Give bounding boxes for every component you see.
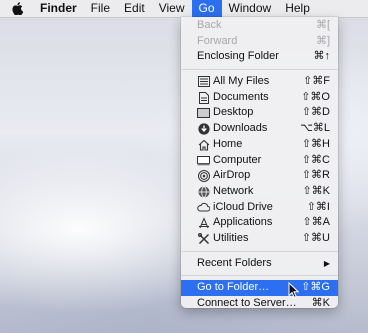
menubar-file[interactable]: File: [84, 0, 117, 17]
icloud-icon: [197, 201, 210, 213]
menubar-finder[interactable]: Finder: [33, 0, 84, 17]
shortcut: ⇧⌘F: [303, 75, 330, 88]
menu-item-enclosing-folder[interactable]: Enclosing Folder ⌘↑: [181, 49, 338, 65]
menu-item-computer[interactable]: Computer ⇧⌘C: [181, 153, 338, 169]
menu-item-documents[interactable]: Documents ⇧⌘O: [181, 90, 338, 106]
menu-item-downloads[interactable]: Downloads ⌥⌘L: [181, 121, 338, 137]
shortcut: ⇧⌘U: [301, 231, 330, 244]
menubar-view[interactable]: View: [152, 0, 192, 17]
menu-item-home[interactable]: Home ⇧⌘H: [181, 137, 338, 153]
go-menu: Back ⌘[ Forward ⌘] Enclosing Folder ⌘↑ A…: [181, 17, 338, 309]
applications-icon: [197, 217, 210, 229]
all-files-icon: [197, 76, 210, 88]
menu-item-forward[interactable]: Forward ⌘]: [181, 34, 338, 50]
menu-item-icloud-drive[interactable]: iCloud Drive ⇧⌘I: [181, 200, 338, 216]
shortcut: ⇧⌘R: [301, 169, 330, 182]
menu-item-label: Desktop: [213, 106, 254, 119]
menu-item-connect-to-server[interactable]: Connect to Server… ⌘K: [181, 296, 338, 312]
shortcut: ⌘↑: [313, 50, 331, 63]
apple-menu[interactable]: [0, 0, 33, 17]
menu-item-label: Recent Folders: [197, 256, 272, 269]
computer-icon: [197, 154, 210, 166]
network-icon: [197, 186, 210, 198]
downloads-icon: [197, 123, 210, 135]
shortcut: ⇧⌘K: [302, 184, 330, 197]
menu-item-label: Back: [197, 19, 222, 31]
shortcut: ⌥⌘L: [300, 122, 330, 135]
menu-item-label: Computer: [213, 153, 262, 166]
menu-item-recent-folders[interactable]: Recent Folders ▶: [181, 256, 338, 272]
menu-item-label: All My Files: [213, 75, 270, 88]
menu-item-all-my-files[interactable]: All My Files ⇧⌘F: [181, 74, 338, 90]
menubar-window[interactable]: Window: [222, 0, 279, 17]
menu-item-airdrop[interactable]: AirDrop ⇧⌘R: [181, 168, 338, 184]
shortcut: ⇧⌘G: [301, 281, 330, 294]
menu-item-label: Enclosing Folder: [197, 50, 279, 63]
airdrop-icon: [197, 170, 210, 183]
home-icon: [197, 139, 210, 151]
menu-item-label: Network: [213, 184, 254, 197]
menu-item-label: Documents: [213, 90, 269, 103]
menu-separator: [181, 69, 338, 71]
menu-item-label: AirDrop: [213, 169, 251, 182]
menu-item-label: Go to Folder…: [197, 281, 270, 294]
desktop-icon: [197, 107, 210, 119]
menu-item-back[interactable]: Back ⌘[: [181, 18, 338, 34]
menu-item-label: Downloads: [213, 122, 268, 135]
menu-item-utilities[interactable]: Utilities ⇧⌘U: [181, 231, 338, 247]
menu-item-label: Connect to Server…: [197, 297, 297, 309]
menu-item-network[interactable]: Network ⇧⌘K: [181, 184, 338, 200]
menu-item-go-to-folder[interactable]: Go to Folder… ⇧⌘G: [181, 280, 338, 296]
shortcut: ⌘[: [315, 19, 330, 31]
shortcut: ⇧⌘O: [301, 90, 330, 103]
menu-separator: [181, 250, 338, 252]
mouse-pointer-icon: [288, 282, 299, 298]
utilities-icon: [197, 232, 210, 245]
shortcut: ⇧⌘C: [301, 153, 330, 166]
shortcut: ⇧⌘I: [306, 200, 330, 213]
menu-item-label: Utilities: [213, 231, 249, 244]
menu-item-desktop[interactable]: Desktop ⇧⌘D: [181, 105, 338, 121]
submenu-arrow-icon: ▶: [323, 258, 330, 268]
menu-bar: Finder File Edit View Go Window Help: [0, 0, 368, 18]
documents-icon: [197, 91, 210, 104]
menu-item-label: iCloud Drive: [213, 200, 273, 213]
shortcut: ⌘]: [315, 34, 330, 47]
shortcut: ⇧⌘A: [302, 216, 330, 229]
shortcut: ⇧⌘D: [301, 106, 330, 119]
menu-separator: [181, 275, 338, 277]
shortcut: ⌘K: [311, 297, 330, 309]
menu-item-applications[interactable]: Applications ⇧⌘A: [181, 215, 338, 231]
menubar-edit[interactable]: Edit: [117, 0, 152, 17]
menu-item-label: Home: [213, 137, 243, 150]
menubar-help[interactable]: Help: [278, 0, 317, 17]
shortcut: ⇧⌘H: [301, 137, 330, 150]
apple-icon: [12, 2, 23, 15]
menu-item-label: Applications: [213, 216, 273, 229]
menu-item-label: Forward: [197, 34, 238, 47]
menubar-go[interactable]: Go: [191, 0, 222, 17]
